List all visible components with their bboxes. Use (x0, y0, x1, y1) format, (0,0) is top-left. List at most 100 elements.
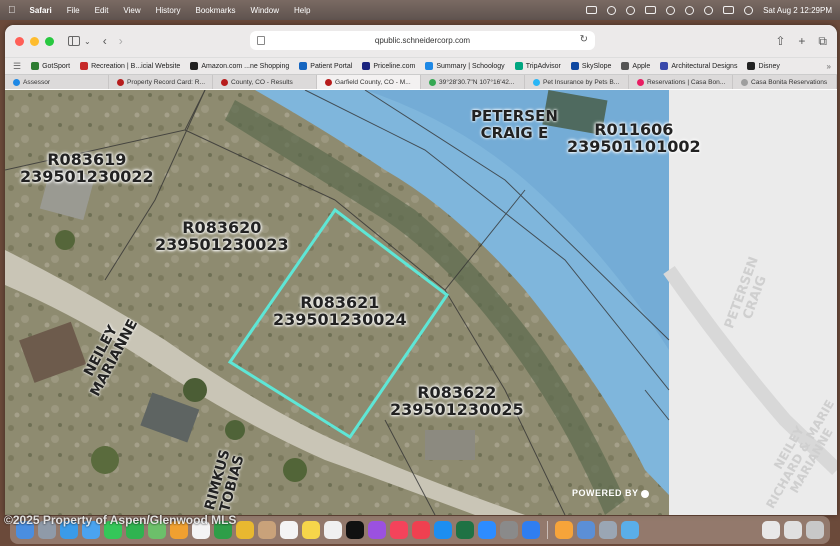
zoom-window-button[interactable] (45, 36, 54, 46)
tab-google-maps[interactable]: 39°28'30.7"N 107°16'42... (421, 75, 525, 89)
window-controls (15, 36, 54, 46)
tripadvisor-icon (514, 62, 523, 70)
excel-icon[interactable] (456, 521, 474, 539)
preview-icon[interactable] (577, 521, 595, 539)
sidebar-toggle-icon[interactable] (68, 36, 80, 46)
screenshot-icon[interactable] (599, 521, 617, 539)
mls-watermark: ©2025 Property of Aspen/Glenwood MLS (4, 513, 237, 527)
architectural-designs-icon (660, 62, 669, 70)
bookmark-apple[interactable]: Apple (621, 62, 650, 70)
chevron-down-icon[interactable]: ⌄ (84, 37, 91, 46)
reminders-icon[interactable] (280, 521, 298, 539)
bookmark-architectural-designs[interactable]: Architectural Designs (660, 62, 737, 70)
shield-icon[interactable] (626, 5, 636, 15)
screen-mirror-icon[interactable] (586, 6, 598, 14)
dock-separator (547, 521, 548, 539)
tab-overview-icon[interactable]: ⧉ (818, 34, 827, 49)
parcel-label-r083619[interactable]: R083619 239501230022 (20, 151, 154, 186)
settings-icon[interactable] (500, 521, 518, 539)
assessor-tab-icon (13, 78, 20, 86)
tab-pet-insurance[interactable]: Pet Insurance by Pets B... (525, 75, 629, 89)
reservations-tab-icon (637, 78, 644, 86)
menu-edit[interactable]: Edit (95, 6, 109, 15)
reload-icon[interactable]: ↻ (580, 34, 588, 45)
menu-app-name[interactable]: Safari (30, 6, 52, 15)
menu-help[interactable]: Help (294, 6, 310, 15)
menu-file[interactable]: File (67, 6, 80, 15)
keynote-icon[interactable] (522, 521, 540, 539)
share-icon[interactable]: ⇧ (775, 34, 785, 49)
tab-assessor[interactable]: Assessor (5, 75, 109, 89)
appletv-icon[interactable] (346, 521, 364, 539)
dropbox-icon[interactable] (607, 5, 617, 15)
bookmark-tripadvisor[interactable]: TripAdvisor (514, 62, 561, 70)
recreation-icon (80, 62, 89, 70)
app-store-icon[interactable] (434, 521, 452, 539)
bookmark-amazon[interactable]: Amazon.com ...ne Shopping (190, 62, 289, 70)
gotsport-icon (31, 62, 40, 70)
clock[interactable]: Sat Aug 2 12:29PM (763, 6, 832, 15)
bookmark-priceline[interactable]: Priceline.com (362, 62, 415, 70)
control-center-icon[interactable] (723, 6, 735, 14)
pet-insurance-tab-icon (533, 78, 540, 86)
garfield-county-tab-icon (325, 78, 332, 86)
freeform-icon[interactable] (324, 521, 342, 539)
music-icon[interactable] (390, 521, 408, 539)
bookmark-disney[interactable]: Disney (747, 62, 780, 70)
url-text[interactable]: qpublic.schneidercorp.com (375, 36, 470, 45)
siri-icon[interactable] (744, 5, 754, 15)
close-window-button[interactable] (15, 36, 24, 46)
tab-reservations[interactable]: Reservations | Casa Bon... (629, 75, 733, 89)
time-machine-icon[interactable] (685, 5, 695, 15)
recent-file-2-icon[interactable] (784, 521, 802, 539)
parcel-label-r083621[interactable]: R083621 239501230024 (273, 294, 407, 329)
back-button[interactable]: ‹ (103, 34, 107, 48)
menu-history[interactable]: History (156, 6, 181, 15)
tab-county-results[interactable]: County, CO - Results (213, 75, 317, 89)
chrome-icon[interactable] (236, 521, 254, 539)
new-tab-button[interactable]: + (798, 34, 805, 49)
tab-garfield-county-map[interactable]: Garfield County, CO - M... (317, 75, 421, 89)
apple-icon (621, 62, 630, 70)
tab-casa-bonita[interactable]: Casa Bonita Reservations (733, 75, 837, 89)
parcel-label-r083622[interactable]: R083622 239501230025 (390, 384, 524, 419)
notes-icon[interactable] (302, 521, 320, 539)
podcasts-icon[interactable] (368, 521, 386, 539)
bookmark-skyslope[interactable]: SkySlope (570, 62, 611, 70)
forward-button[interactable]: › (119, 34, 123, 48)
powered-by-label: POWERED BY (572, 488, 650, 498)
powered-by-logo-icon (641, 489, 650, 498)
minimize-window-button[interactable] (30, 36, 39, 46)
apple-menu-icon[interactable]:  (8, 5, 16, 16)
tab-property-record-card[interactable]: Property Record Card: R... (109, 75, 213, 89)
bookmark-recreation[interactable]: Recreation | B...icial Website (80, 62, 180, 70)
bookmark-gotsport[interactable]: GotSport (31, 62, 70, 70)
menu-window[interactable]: Window (251, 6, 279, 15)
trash-icon[interactable] (806, 521, 824, 539)
zoom-icon[interactable] (478, 521, 496, 539)
battery-icon[interactable] (645, 6, 657, 14)
county-results-tab-icon (221, 78, 228, 86)
bookmark-patient-portal[interactable]: Patient Portal (299, 62, 352, 70)
bookmark-schoology[interactable]: Summary | Schoology (425, 62, 505, 70)
sidebar-bookmarks-icon[interactable]: ☰ (13, 61, 21, 72)
news-icon[interactable] (412, 521, 430, 539)
recent-file-icon[interactable] (762, 521, 780, 539)
menu-bookmarks[interactable]: Bookmarks (196, 6, 236, 15)
menu-view[interactable]: View (123, 6, 140, 15)
patient-portal-icon (299, 62, 308, 70)
parcel-label-r083620[interactable]: R083620 239501230023 (155, 219, 289, 254)
address-bar[interactable]: qpublic.schneidercorp.com ↻ (250, 31, 595, 50)
parcel-map[interactable]: R083619 239501230022 R083620 23950123002… (5, 90, 837, 515)
parcel-label-r011606[interactable]: R011606 239501101002 (567, 121, 701, 156)
property-record-tab-icon (117, 78, 124, 86)
more-bookmarks-icon[interactable]: » (827, 62, 831, 71)
downloads-folder-icon[interactable] (621, 521, 639, 539)
contacts-icon[interactable] (258, 521, 276, 539)
pages-icon[interactable] (555, 521, 573, 539)
status-area: Sat Aug 2 12:29PM (586, 5, 832, 15)
search-icon[interactable] (704, 5, 714, 15)
skyslope-icon (570, 62, 579, 70)
bookmarks-bar: ☰ GotSport Recreation | B...icial Websit… (5, 57, 837, 74)
wifi-icon[interactable] (666, 5, 676, 15)
